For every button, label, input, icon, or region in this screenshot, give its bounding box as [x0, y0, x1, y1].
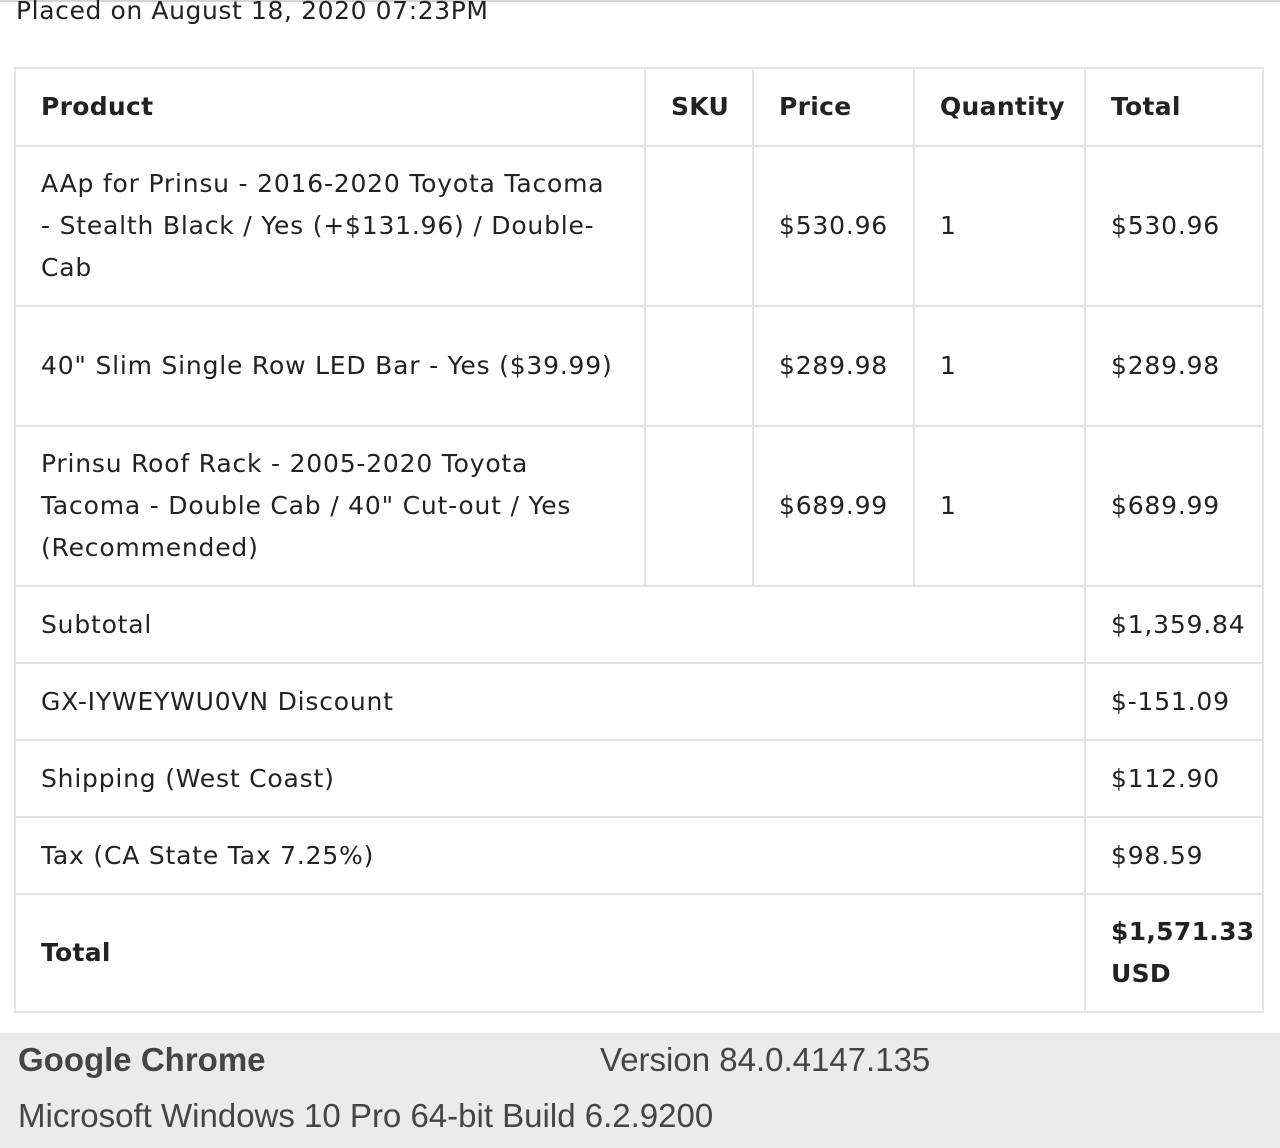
grand-total-label: Total: [14, 893, 1086, 1013]
item-price: $289.98: [752, 305, 915, 427]
summary-label: Subtotal: [14, 585, 1086, 664]
table-header-row: Product SKU Price Quantity Total: [14, 67, 1264, 147]
summary-label: GX-IYWEYWU0VN Discount: [14, 662, 1086, 741]
column-header-product: Product: [14, 67, 646, 147]
order-items-table: Product SKU Price Quantity Total AAp for…: [14, 67, 1264, 1013]
item-product-name: Prinsu Roof Rack - 2005-2020 Toyota Taco…: [14, 425, 646, 587]
column-header-sku: SKU: [644, 67, 754, 147]
system-info-footer: Google Chrome Version 84.0.4147.135 Micr…: [0, 1033, 1280, 1148]
summary-value: $112.90: [1084, 739, 1264, 818]
table-row: 40" Slim Single Row LED Bar - Yes ($39.9…: [14, 305, 1264, 427]
item-quantity: 1: [913, 425, 1086, 587]
column-header-total: Total: [1084, 67, 1264, 147]
summary-value: $1,359.84: [1084, 585, 1264, 664]
browser-name: Google Chrome: [18, 1041, 266, 1078]
item-price: $530.96: [752, 145, 915, 307]
item-total: $530.96: [1084, 145, 1264, 307]
table-row: AAp for Prinsu - 2016-2020 Toyota Tacoma…: [14, 145, 1264, 307]
summary-value: $-151.09: [1084, 662, 1264, 741]
item-product-name: 40" Slim Single Row LED Bar - Yes ($39.9…: [14, 305, 646, 427]
item-total: $289.98: [1084, 305, 1264, 427]
column-header-price: Price: [752, 67, 915, 147]
item-product-name: AAp for Prinsu - 2016-2020 Toyota Tacoma…: [14, 145, 646, 307]
summary-row-discount: GX-IYWEYWU0VN Discount $-151.09: [14, 662, 1264, 741]
summary-row-shipping: Shipping (West Coast) $112.90: [14, 739, 1264, 818]
item-quantity: 1: [913, 145, 1086, 307]
summary-label: Shipping (West Coast): [14, 739, 1086, 818]
browser-version: Version 84.0.4147.135: [600, 1041, 931, 1078]
summary-label: Tax (CA State Tax 7.25%): [14, 816, 1086, 895]
table-row: Prinsu Roof Rack - 2005-2020 Toyota Taco…: [14, 425, 1264, 587]
summary-row-grand-total: Total $1,571.33 USD: [14, 893, 1264, 1013]
item-sku: [644, 145, 754, 307]
item-sku: [644, 425, 754, 587]
item-sku: [644, 305, 754, 427]
summary-value: $98.59: [1084, 816, 1264, 895]
column-header-quantity: Quantity: [913, 67, 1086, 147]
os-info: Microsoft Windows 10 Pro 64-bit Build 6.…: [18, 1097, 714, 1134]
item-total: $689.99: [1084, 425, 1264, 587]
item-price: $689.99: [752, 425, 915, 587]
grand-total-value: $1,571.33 USD: [1084, 893, 1264, 1013]
item-quantity: 1: [913, 305, 1086, 427]
summary-row-tax: Tax (CA State Tax 7.25%) $98.59: [14, 816, 1264, 895]
order-placed-date: Placed on August 18, 2020 07:23PM: [16, 0, 489, 25]
summary-row-subtotal: Subtotal $1,359.84: [14, 585, 1264, 664]
